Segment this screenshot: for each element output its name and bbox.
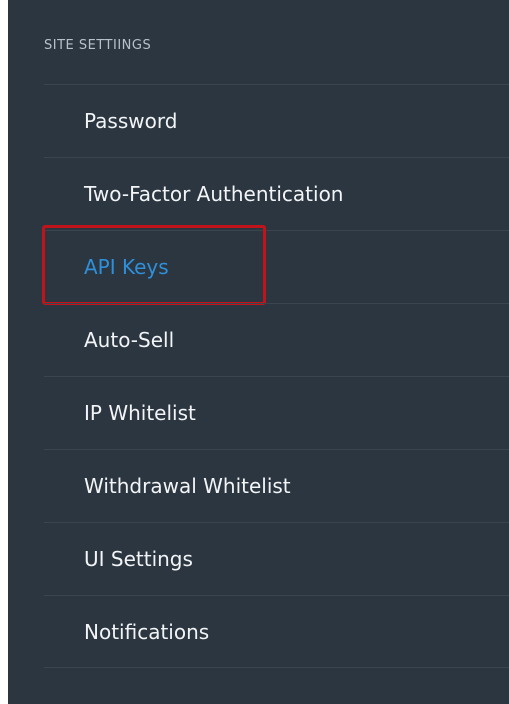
sidebar-item-ip-whitelist[interactable]: IP Whitelist xyxy=(44,376,509,449)
sidebar-item-label: API Keys xyxy=(84,255,169,279)
sidebar-item-label: Notifications xyxy=(84,619,210,644)
sidebar-item-label: Password xyxy=(84,109,178,133)
sidebar-item-api-keys[interactable]: API Keys xyxy=(42,225,509,305)
sidebar-item-notifications[interactable]: Notifications xyxy=(44,595,509,668)
sidebar-item-auto-sell[interactable]: Auto-Sell xyxy=(44,303,509,376)
sidebar-item-label: UI Settings xyxy=(84,547,193,571)
sidebar-item-password[interactable]: Password xyxy=(44,84,509,157)
sidebar-item-label: Withdrawal Whitelist xyxy=(84,474,291,498)
sidebar-item-label: IP Whitelist xyxy=(84,401,196,425)
settings-sidebar: SITE SETTIINGS Password Two-Factor Authe… xyxy=(8,0,509,704)
sidebar-item-withdrawal-whitelist[interactable]: Withdrawal Whitelist xyxy=(44,449,509,522)
settings-menu: Password Two-Factor Authentication API K… xyxy=(42,84,509,668)
sidebar-item-label: Auto-Sell xyxy=(84,328,175,352)
section-title: SITE SETTIINGS xyxy=(44,38,152,53)
sidebar-item-ui-settings[interactable]: UI Settings xyxy=(44,522,509,595)
sidebar-item-label: Two-Factor Authentication xyxy=(84,182,344,206)
sidebar-item-two-factor-authentication[interactable]: Two-Factor Authentication xyxy=(44,157,509,230)
